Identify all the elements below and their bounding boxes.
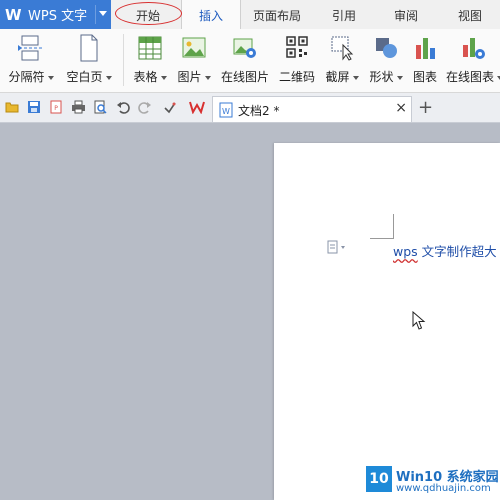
document-tab[interactable]: W 文档2 * × <box>212 96 412 122</box>
chart-button[interactable]: 图表 <box>410 33 440 85</box>
blank-page-label: 空白页 <box>66 70 103 84</box>
undo-icon[interactable] <box>116 100 130 114</box>
svg-text:P: P <box>54 105 58 112</box>
shapes-icon <box>373 33 399 63</box>
picture-icon <box>181 33 207 63</box>
table-button[interactable]: 表格 <box>130 33 170 85</box>
qr-code-label: 二维码 <box>278 70 315 84</box>
document-tab-title: 文档2 * <box>238 104 280 118</box>
online-chart-button[interactable]: 在线图表 <box>446 33 500 85</box>
menu-bar: W WPS 文字 开始 插入 页面布局 引用 审阅 视图 <box>0 0 500 30</box>
qr-code-button[interactable]: 二维码 <box>277 33 317 85</box>
chart-icon <box>413 33 437 63</box>
page-break-label: 分隔符 <box>8 70 45 84</box>
format-painter-icon[interactable] <box>163 100 177 114</box>
watermark-logo: 10 <box>366 466 392 492</box>
new-tab-button[interactable]: + <box>418 97 433 118</box>
page-break-icon <box>18 33 44 63</box>
margin-corner-mark <box>370 238 394 239</box>
wps-logo-icon[interactable] <box>189 100 205 115</box>
open-folder-icon[interactable] <box>5 100 19 114</box>
print-icon[interactable] <box>71 100 85 114</box>
chevron-down-icon <box>204 75 211 80</box>
chevron-down-icon <box>160 75 167 80</box>
screenshot-icon <box>329 33 355 63</box>
picture-label: 图片 <box>177 70 202 84</box>
table-icon <box>137 33 163 63</box>
screenshot-button[interactable]: 截屏 <box>322 33 362 85</box>
chevron-down-icon <box>352 75 359 80</box>
table-label: 表格 <box>133 70 158 84</box>
app-title: WPS 文字 <box>28 9 88 24</box>
ribbon-insert: 分隔符 空白页 表格 图片 在线图片 二维码 截屏 形状 图表 在线图表 <box>0 29 500 93</box>
watermark-url: www.qdhuajin.com <box>396 483 491 494</box>
wps-app-menu-button[interactable]: W WPS 文字 <box>0 0 111 29</box>
online-picture-button[interactable]: 在线图片 <box>219 33 271 85</box>
chevron-down-icon <box>396 75 403 80</box>
chevron-down-icon <box>47 75 54 80</box>
export-pdf-icon[interactable]: P <box>49 100 63 114</box>
paragraph-options-icon[interactable] <box>327 240 345 254</box>
shapes-button[interactable]: 形状 <box>366 33 406 85</box>
document-icon: W <box>219 102 233 121</box>
ribbon-separator <box>123 34 124 86</box>
svg-text:W: W <box>222 107 230 116</box>
online-chart-icon <box>460 33 486 63</box>
blank-page-icon <box>78 33 100 63</box>
online-picture-label: 在线图片 <box>220 70 269 84</box>
print-preview-icon[interactable] <box>93 100 107 114</box>
highlight-annotation <box>115 2 182 25</box>
tab-page-layout[interactable]: 页面布局 <box>244 0 310 29</box>
picture-button[interactable]: 图片 <box>174 33 214 85</box>
document-text-rest: 文字制作超大 <box>417 244 497 259</box>
shapes-label: 形状 <box>369 70 394 84</box>
online-chart-label: 在线图表 <box>446 70 495 84</box>
margin-corner-mark-vertical <box>393 214 394 239</box>
tab-review[interactable]: 审阅 <box>380 0 432 29</box>
screenshot-label: 截屏 <box>325 70 350 84</box>
qr-code-icon <box>285 33 309 63</box>
wps-logo-icon: W <box>5 5 22 24</box>
mouse-pointer-icon <box>412 310 426 334</box>
online-picture-icon <box>232 33 258 63</box>
save-icon[interactable] <box>27 100 41 114</box>
page-break-button[interactable]: 分隔符 <box>8 33 54 85</box>
tab-references[interactable]: 引用 <box>318 0 370 29</box>
document-page[interactable] <box>274 143 500 500</box>
app-menu-separator <box>95 5 96 24</box>
misspelled-word: wps <box>393 244 418 259</box>
chart-label: 图表 <box>412 70 437 84</box>
chevron-down-icon <box>105 75 112 80</box>
redo-icon[interactable] <box>138 100 152 114</box>
close-icon[interactable]: × <box>395 100 407 116</box>
chevron-down-icon[interactable] <box>99 11 107 16</box>
tab-insert[interactable]: 插入 <box>181 0 241 30</box>
blank-page-button[interactable]: 空白页 <box>64 33 114 85</box>
site-watermark: 10 Win10 系统家园 www.qdhuajin.com <box>366 462 500 500</box>
document-body-text[interactable]: wps 文字制作超大 <box>393 241 497 260</box>
tab-view[interactable]: 视图 <box>444 0 496 29</box>
